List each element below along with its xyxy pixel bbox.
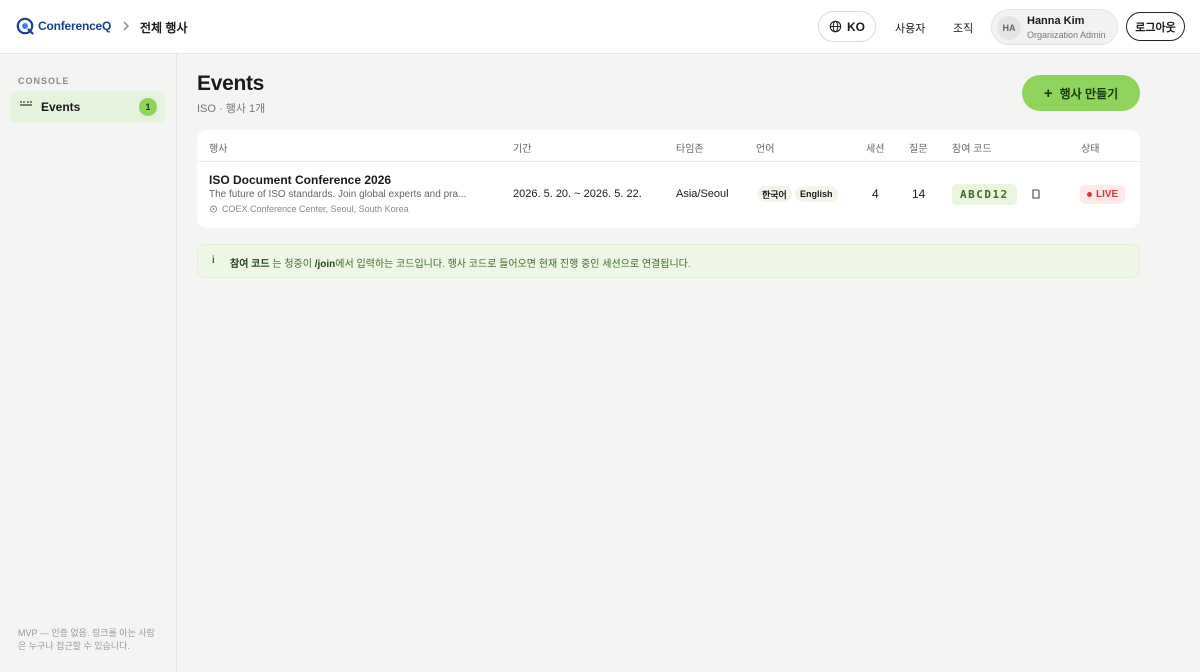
create-event-button[interactable]: + 행사 만들기 (1022, 75, 1140, 111)
brand-name: ConferenceQ (38, 19, 112, 33)
page-subtitle: ISO · 행사 1개 (197, 103, 266, 115)
info-icon: i (212, 255, 215, 266)
info-path: /join (314, 259, 336, 270)
create-event-label: 행사 만들기 (1059, 86, 1119, 101)
location-pin-icon (209, 205, 218, 213)
column-header-sessions: 세션 (866, 144, 885, 155)
table-divider (197, 161, 1140, 162)
event-period: 2026. 5. 20. ~ 2026. 5. 22. (513, 188, 642, 200)
breadcrumb-current[interactable]: 전체 행사 (140, 19, 188, 36)
copy-icon[interactable] (1030, 188, 1042, 200)
join-code[interactable]: ABCD12 (952, 184, 1017, 205)
nav-organization[interactable]: 조직 (953, 20, 973, 36)
sidebar-item-label: Events (41, 100, 81, 114)
column-header-event: 행사 (209, 144, 228, 155)
language-switcher[interactable]: KO (818, 11, 876, 42)
question-count: 14 (912, 187, 926, 201)
user-name: Hanna Kim (1027, 15, 1085, 27)
user-role: Organization Admin (1027, 30, 1106, 40)
event-timezone: Asia/Seoul (676, 188, 729, 200)
user-menu[interactable]: HA Hanna Kim Organization Admin (991, 9, 1118, 45)
column-header-questions: 질문 (909, 144, 928, 155)
plus-icon: + (1043, 84, 1053, 102)
column-header-language: 언어 (756, 144, 775, 155)
event-location-text: COEX Conference Center, Seoul, South Kor… (222, 204, 409, 214)
calendar-icon (20, 101, 32, 106)
event-location: COEX Conference Center, Seoul, South Kor… (209, 204, 409, 214)
status-badge: LIVE (1080, 185, 1126, 204)
info-text: 참여 코드 는 청중이 /join에서 입력하는 코드입니다. 행사 코드로 들… (230, 255, 691, 270)
column-header-status: 상태 (1081, 144, 1100, 155)
event-description: The future of ISO standards. Join global… (209, 189, 467, 200)
column-header-period: 기간 (513, 144, 532, 155)
page-title: Events (197, 72, 265, 95)
column-header-join-code: 참여 코드 (952, 144, 992, 155)
info-text-b: 에서 입력하는 코드입니다. 행사 코드로 들어오면 현재 진행 중인 세션으로… (335, 259, 691, 270)
info-banner: i 참여 코드 는 청중이 /join에서 입력하는 코드입니다. 행사 코드로… (197, 244, 1140, 278)
sidebar-footer-note: MVP — 인증 없음. 링크를 아는 사람은 누구나 접근할 수 있습니다. (18, 628, 155, 651)
brand-logo[interactable]: ConferenceQ (16, 17, 111, 35)
session-count: 4 (872, 187, 879, 201)
avatar: HA (997, 16, 1021, 40)
sidebar-item-events[interactable]: Events 1 (10, 91, 165, 123)
info-term: 참여 코드 (230, 259, 270, 270)
sidebar: CONSOLE Events 1 MVP — 인증 없음. 링크를 아는 사람은… (0, 54, 177, 672)
status-label: LIVE (1096, 189, 1119, 200)
chevron-right-icon (123, 21, 129, 31)
event-title[interactable]: ISO Document Conference 2026 (209, 173, 391, 187)
language-tag-korean: 한국어 (757, 186, 792, 202)
events-table: 행사 기간 타임존 언어 세션 질문 참여 코드 상태 ISO Document… (197, 130, 1140, 228)
nav-users[interactable]: 사용자 (895, 20, 925, 36)
language-tag-english: English (795, 186, 838, 202)
sidebar-section-label: CONSOLE (18, 76, 70, 86)
live-dot-icon (1087, 192, 1092, 197)
column-header-timezone: 타임존 (676, 144, 704, 155)
count-badge: 1 (139, 98, 157, 116)
info-text-a: 는 청중이 (269, 259, 315, 270)
logout-button[interactable]: 로그아웃 (1126, 12, 1185, 41)
q-logo-icon (16, 17, 34, 35)
globe-icon (829, 20, 842, 33)
language-label: KO (847, 19, 865, 34)
top-bar: ConferenceQ 전체 행사 KO 사용자 조직 HA Hanna Kim… (0, 0, 1200, 54)
